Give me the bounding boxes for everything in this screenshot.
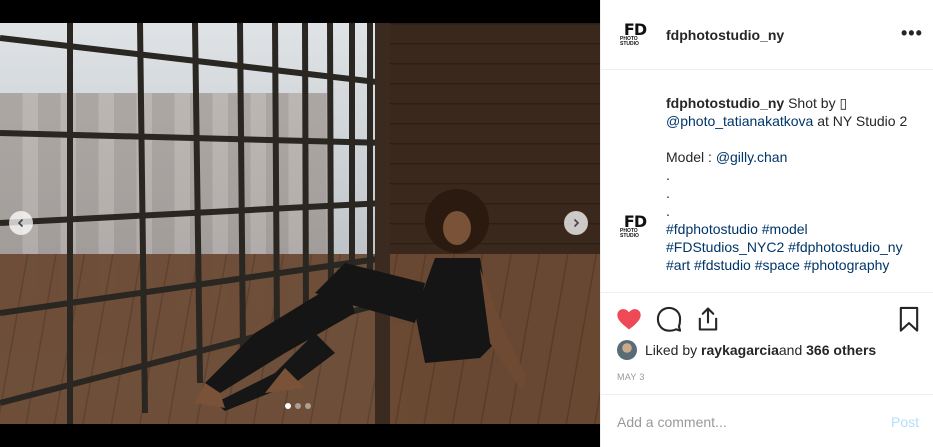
liker-avatar[interactable] xyxy=(617,340,637,360)
instagram-post: FD PHOTO STUDIO fdphotostudio_ny ••• FD … xyxy=(0,0,933,447)
likes-suffix: and xyxy=(778,342,803,358)
carousel-prev-button[interactable] xyxy=(9,211,33,235)
avatar-logo-text: FD xyxy=(623,211,647,231)
caption-username[interactable]: fdphotostudio_ny xyxy=(666,95,784,111)
carousel-next-button[interactable] xyxy=(564,211,588,235)
post-media xyxy=(0,0,600,447)
hashtags-line[interactable]: #FDStudios_NYC2 #fdphotostudio_ny xyxy=(666,238,911,256)
likes-others-link[interactable]: 366 others xyxy=(806,342,876,358)
save-button[interactable] xyxy=(895,305,923,333)
likes-prefix: Liked by xyxy=(645,342,698,358)
caption-text-part: at NY Studio 2 xyxy=(813,113,908,129)
post-date[interactable]: MAY 3 xyxy=(617,372,645,382)
hashtags-line[interactable]: #art #fdstudio #space #photography xyxy=(666,256,911,274)
chevron-left-icon xyxy=(17,218,24,228)
mention-photographer[interactable]: @photo_tatianakatkova xyxy=(666,113,813,129)
liker-username[interactable]: raykagarcia xyxy=(701,342,779,358)
comment-input[interactable] xyxy=(617,414,867,430)
comment-bar: Post xyxy=(601,394,933,447)
caption-avatar[interactable]: FD PHOTO STUDIO xyxy=(620,211,650,241)
heart-icon xyxy=(617,309,641,330)
emoji-placeholder: ▯ xyxy=(839,95,848,111)
caption-text: fdphotostudio_ny Shot by ▯ @photo_tatian… xyxy=(666,94,911,274)
avatar-logo-text: FD xyxy=(623,19,647,39)
carousel-dot xyxy=(285,403,291,409)
post-side-panel: FD PHOTO STUDIO fdphotostudio_ny ••• FD … xyxy=(600,0,933,447)
comment-button[interactable] xyxy=(655,305,683,333)
avatar-logo-sub: PHOTO STUDIO xyxy=(620,227,639,239)
chevron-right-icon xyxy=(573,218,580,228)
profile-avatar[interactable]: FD PHOTO STUDIO xyxy=(620,19,650,49)
caption-text-part: Shot by xyxy=(784,95,840,111)
model-figure xyxy=(195,189,525,411)
comment-icon xyxy=(656,306,682,332)
post-photo xyxy=(0,23,600,424)
post-caption: FD PHOTO STUDIO fdphotostudio_ny Shot by… xyxy=(601,70,933,292)
mention-model[interactable]: @gilly.chan xyxy=(716,149,788,165)
caption-dot: . xyxy=(666,203,670,219)
header-username[interactable]: fdphotostudio_ny xyxy=(666,27,784,43)
carousel-dot xyxy=(295,403,301,409)
action-bar xyxy=(601,292,933,342)
avatar-logo-sub: PHOTO STUDIO xyxy=(620,35,639,47)
post-header: FD PHOTO STUDIO fdphotostudio_ny ••• xyxy=(601,0,933,70)
post-comment-button[interactable]: Post xyxy=(891,414,919,430)
hashtags-line[interactable]: #fdphotostudio #model xyxy=(666,220,911,238)
bookmark-icon xyxy=(899,306,919,332)
caption-dot: . xyxy=(666,185,670,201)
carousel-dot xyxy=(305,403,311,409)
model-label: Model : xyxy=(666,149,716,165)
likes-summary: Liked by raykagarcia and 366 others xyxy=(617,340,876,360)
carousel-indicator xyxy=(285,403,311,409)
more-options-icon[interactable]: ••• xyxy=(901,24,923,42)
share-icon xyxy=(698,307,718,331)
share-button[interactable] xyxy=(694,305,722,333)
caption-dot: . xyxy=(666,167,670,183)
like-button[interactable] xyxy=(615,305,643,333)
